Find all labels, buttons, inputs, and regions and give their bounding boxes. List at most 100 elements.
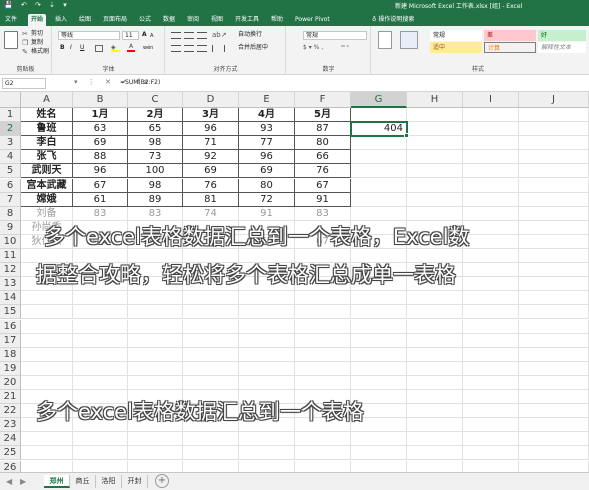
cell[interactable] [295, 361, 351, 376]
cell[interactable] [407, 319, 463, 334]
cell[interactable] [519, 305, 589, 320]
cell[interactable] [73, 460, 128, 472]
cell[interactable] [463, 263, 519, 278]
cell[interactable] [407, 305, 463, 320]
cell[interactable] [351, 291, 407, 306]
fill-color-icon[interactable]: ◈ [111, 44, 120, 52]
cell[interactable] [519, 361, 589, 376]
table-cell[interactable]: 83 [73, 206, 128, 221]
table-cell[interactable]: 100 [128, 164, 183, 179]
table-cell[interactable]: 74 [183, 206, 239, 221]
cell[interactable] [351, 361, 407, 376]
cell[interactable] [519, 178, 589, 193]
cell[interactable] [463, 108, 519, 122]
table-cell[interactable]: 71 [183, 136, 239, 151]
underline-button[interactable]: U [80, 44, 84, 52]
cell[interactable] [21, 375, 73, 390]
table-cell[interactable]: 鲁班 [21, 122, 73, 137]
table-cell[interactable]: 91 [295, 192, 351, 207]
fill-handle[interactable] [404, 133, 409, 139]
cell[interactable] [183, 333, 239, 348]
cell[interactable] [239, 305, 295, 320]
orientation-icon[interactable]: ab↗ [212, 31, 227, 39]
row-header-6[interactable]: 6 [0, 178, 21, 193]
bold-button[interactable]: B [60, 44, 65, 52]
style-good[interactable]: 好 [538, 30, 586, 41]
cell[interactable] [128, 333, 183, 348]
cell[interactable] [351, 446, 407, 461]
cell[interactable] [407, 460, 463, 472]
copy-button[interactable]: 复制 [31, 39, 43, 47]
cell[interactable] [351, 164, 407, 179]
table-cell[interactable]: 87 [295, 122, 351, 137]
table-cell[interactable]: 80 [239, 178, 295, 193]
cell[interactable] [73, 333, 128, 348]
tab-insert[interactable]: 插入 [52, 14, 70, 26]
brush-icon[interactable]: ✎ [22, 48, 28, 56]
table-header-cell[interactable]: 1月 [73, 108, 128, 122]
cell[interactable] [463, 305, 519, 320]
cell[interactable] [128, 347, 183, 362]
cell[interactable] [519, 291, 589, 306]
table-cell[interactable]: 80 [295, 136, 351, 151]
format-painter-button[interactable]: 格式刷 [31, 48, 49, 56]
table-cell[interactable]: 李白 [21, 136, 73, 151]
cell[interactable] [351, 375, 407, 390]
cell[interactable] [183, 460, 239, 472]
format-as-table-icon[interactable] [400, 31, 418, 49]
cell[interactable] [463, 418, 519, 433]
table-cell[interactable]: 宫本武藏 [21, 178, 73, 193]
cell[interactable] [463, 164, 519, 179]
row-header-21[interactable]: 21 [0, 390, 21, 404]
cell[interactable] [519, 390, 589, 404]
prev-sheet-icon[interactable]: ◀ [6, 477, 12, 486]
cell[interactable] [351, 460, 407, 472]
cell[interactable] [463, 404, 519, 419]
cell[interactable] [295, 432, 351, 447]
cell[interactable] [407, 178, 463, 193]
column-header-a[interactable]: A [21, 92, 73, 108]
cell[interactable] [407, 164, 463, 179]
cell[interactable] [21, 305, 73, 320]
table-cell[interactable]: 76 [183, 178, 239, 193]
cell[interactable] [73, 319, 128, 334]
table-cell[interactable]: 66 [295, 150, 351, 165]
cell[interactable] [183, 361, 239, 376]
cell[interactable] [183, 319, 239, 334]
cell[interactable] [295, 460, 351, 472]
table-cell[interactable]: 96 [73, 164, 128, 179]
cell[interactable] [239, 432, 295, 447]
cell[interactable] [128, 305, 183, 320]
cell[interactable] [407, 108, 463, 122]
style-normal[interactable]: 常规 [430, 30, 482, 41]
decimal-icon[interactable]: ⁰⁰ ⁰ [341, 44, 349, 52]
cell[interactable] [183, 305, 239, 320]
column-header-b[interactable]: B [73, 92, 128, 108]
currency-icon[interactable]: $ ▾ % , [303, 44, 323, 52]
cell-g2[interactable]: 404 [351, 122, 407, 137]
tab-data[interactable]: 数据 [160, 14, 178, 26]
sheet-tab-zhengzhou[interactable]: 郑州 [44, 475, 70, 488]
cell[interactable] [73, 347, 128, 362]
cell[interactable] [295, 446, 351, 461]
row-header-23[interactable]: 23 [0, 418, 21, 433]
cell[interactable] [21, 291, 73, 306]
tab-draw[interactable]: 绘图 [76, 14, 94, 26]
table-cell[interactable]: 63 [73, 122, 128, 137]
cell[interactable] [463, 333, 519, 348]
column-header-i[interactable]: I [463, 92, 519, 108]
table-cell[interactable]: 72 [239, 192, 295, 207]
cell[interactable] [73, 291, 128, 306]
style-explanatory[interactable]: 解释性文本 [538, 42, 586, 53]
row-header-14[interactable]: 14 [0, 291, 21, 306]
cell[interactable] [183, 446, 239, 461]
column-header-c[interactable]: C [128, 92, 183, 108]
cell[interactable] [463, 122, 519, 137]
cell[interactable] [407, 291, 463, 306]
row-header-5[interactable]: 5 [0, 164, 21, 179]
cell[interactable] [351, 136, 407, 151]
cell[interactable] [519, 136, 589, 151]
cell[interactable] [21, 333, 73, 348]
row-header-10[interactable]: 10 [0, 234, 21, 249]
row-header-2[interactable]: 2 [0, 122, 21, 137]
